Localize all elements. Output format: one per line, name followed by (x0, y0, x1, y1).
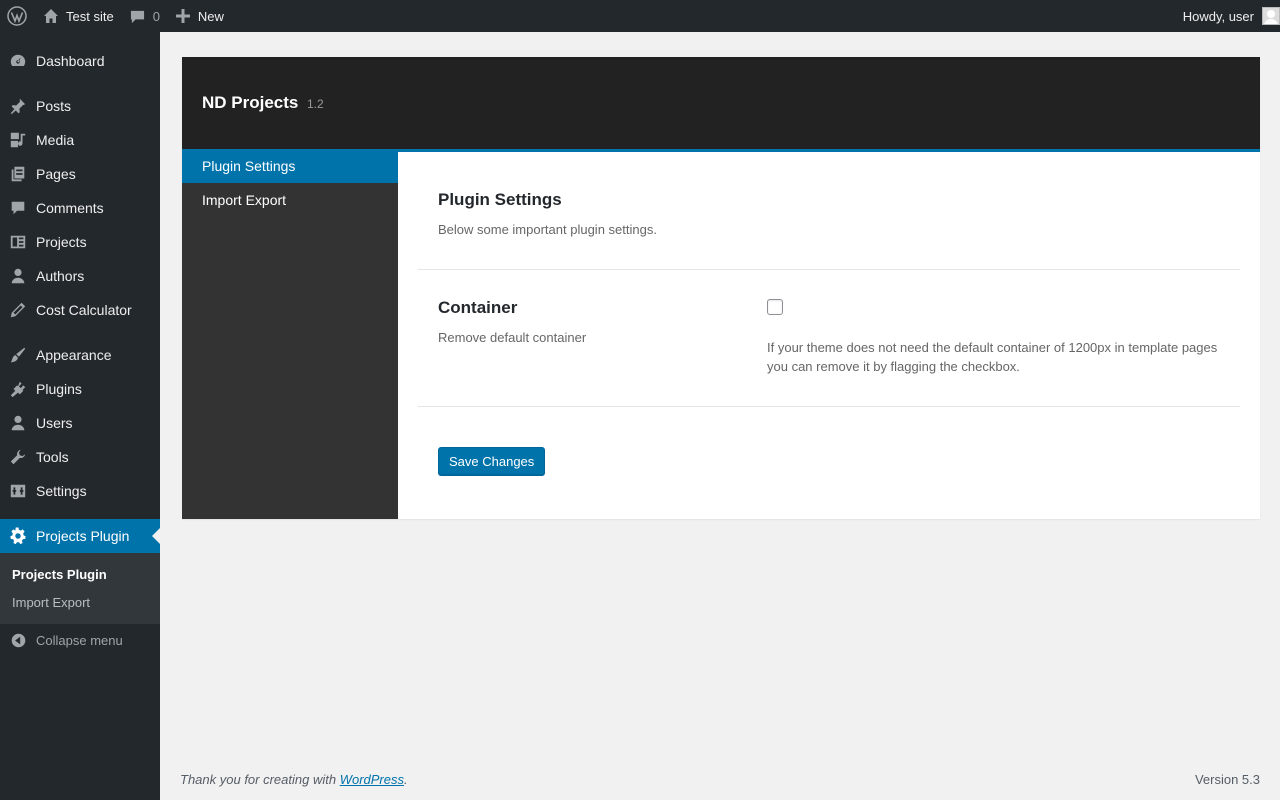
comments-link[interactable]: 0 (122, 0, 168, 32)
menu-item-media[interactable]: Media (0, 123, 160, 157)
container-help-text: If your theme does not need the default … (767, 340, 1218, 374)
menu-item-tools[interactable]: Tools (0, 440, 160, 474)
plugin-version: 1.2 (307, 97, 324, 111)
menu-label-projects-plugin: Projects Plugin (36, 528, 130, 544)
users-icon (11, 415, 25, 431)
plugin-nav: Plugin Settings Import Export (182, 149, 398, 519)
brush-icon (10, 347, 26, 363)
save-changes-button[interactable]: Save Changes (438, 447, 546, 475)
menu-label-projects: Projects (36, 234, 87, 250)
plug-icon (10, 381, 26, 398)
settings-icon (10, 484, 26, 498)
divider (418, 406, 1240, 407)
menu-label-posts: Posts (36, 98, 72, 114)
new-content-button[interactable]: New (168, 0, 232, 32)
plugin-title: ND Projects (202, 93, 299, 112)
pin-icon (10, 98, 26, 115)
new-label: New (197, 8, 224, 24)
site-name: Test site (66, 8, 114, 24)
menu-item-comments[interactable]: Comments (0, 191, 160, 225)
menu-label-tools: Tools (36, 449, 69, 465)
remove-container-checkbox[interactable] (767, 299, 783, 315)
plugin-header: ND Projects 1.2 (182, 57, 1260, 149)
collapse-menu-button[interactable]: Collapse menu (0, 624, 160, 656)
pencil-icon (10, 302, 26, 318)
dashboard-icon (10, 54, 26, 66)
footer-version: Version 5.3 (1194, 772, 1260, 787)
menu-item-projects-plugin[interactable]: Projects Plugin (0, 519, 160, 553)
wordpress-logo-icon (7, 6, 27, 26)
menu-label-settings: Settings (36, 483, 87, 499)
my-account-menu[interactable]: Howdy, user (1175, 0, 1280, 32)
wordpress-link[interactable]: WordPress (340, 772, 404, 787)
wordpress-logo-button[interactable] (0, 0, 35, 32)
collapse-menu-label: Collapse menu (36, 632, 123, 648)
pages-icon (11, 166, 25, 182)
home-icon (44, 9, 58, 23)
plugin-nav-import-export[interactable]: Import Export (182, 183, 398, 217)
menu-label-users: Users (36, 415, 73, 431)
user-icon (11, 268, 25, 284)
settings-content: Plugin Settings Below some important plu… (398, 152, 1260, 519)
menu-label-authors: Authors (36, 268, 85, 284)
menu-item-plugins[interactable]: Plugins (0, 372, 160, 406)
submenu-item-projects-plugin[interactable]: Projects Plugin (0, 560, 160, 588)
divider (418, 269, 1240, 270)
menu-label-pages: Pages (36, 166, 76, 182)
footer-thanks: Thank you for creating with WordPress. (180, 772, 408, 787)
menu-label-appearance: Appearance (36, 347, 112, 363)
menu-item-projects[interactable]: Projects (0, 225, 160, 259)
admin-bar: Test site 0 New Howdy, user (0, 0, 1280, 32)
collapse-icon (11, 633, 25, 647)
plugin-panel: ND Projects 1.2 Plugin Settings Import E… (182, 57, 1260, 519)
menu-label-plugins: Plugins (36, 381, 82, 397)
avatar (1262, 7, 1280, 25)
greeting: Howdy, user (1182, 8, 1254, 24)
footer-thanks-prefix: Thank you for creating with (180, 772, 340, 787)
menu-item-pages[interactable]: Pages (0, 157, 160, 191)
menu-item-dashboard[interactable]: Dashboard (0, 44, 160, 78)
projects-plugin-submenu: Projects Plugin Import Export (0, 553, 160, 624)
menu-label-media: Media (36, 132, 75, 148)
menu-item-appearance[interactable]: Appearance (0, 338, 160, 372)
admin-menu: Dashboard Posts Media Pages Comments Pro… (0, 32, 160, 800)
menu-label-dashboard: Dashboard (36, 53, 105, 69)
comments-count: 0 (152, 8, 160, 24)
menu-item-users[interactable]: Users (0, 406, 160, 440)
comment-icon (11, 201, 25, 215)
plugin-nav-plugin-settings[interactable]: Plugin Settings (182, 149, 398, 183)
section-title: Plugin Settings (438, 190, 562, 209)
menu-label-cost-calculator: Cost Calculator (36, 302, 132, 318)
menu-item-authors[interactable]: Authors (0, 259, 160, 293)
footer-thanks-suffix: . (404, 772, 408, 787)
gear-icon (10, 527, 26, 545)
menu-item-posts[interactable]: Posts (0, 89, 160, 123)
menu-item-cost-calculator[interactable]: Cost Calculator (0, 293, 160, 327)
comment-icon (130, 10, 144, 23)
container-option-title: Container (438, 298, 518, 317)
portfolio-icon (10, 235, 26, 249)
wrench-icon (10, 449, 26, 465)
container-option-description: Remove default container (438, 330, 587, 345)
media-icon (10, 132, 26, 148)
section-description: Below some important plugin settings. (438, 222, 657, 237)
menu-label-comments: Comments (36, 200, 104, 216)
menu-item-settings[interactable]: Settings (0, 474, 160, 508)
submenu-item-import-export[interactable]: Import Export (0, 588, 160, 616)
plus-icon (175, 9, 190, 23)
site-name-link[interactable]: Test site (35, 0, 122, 32)
